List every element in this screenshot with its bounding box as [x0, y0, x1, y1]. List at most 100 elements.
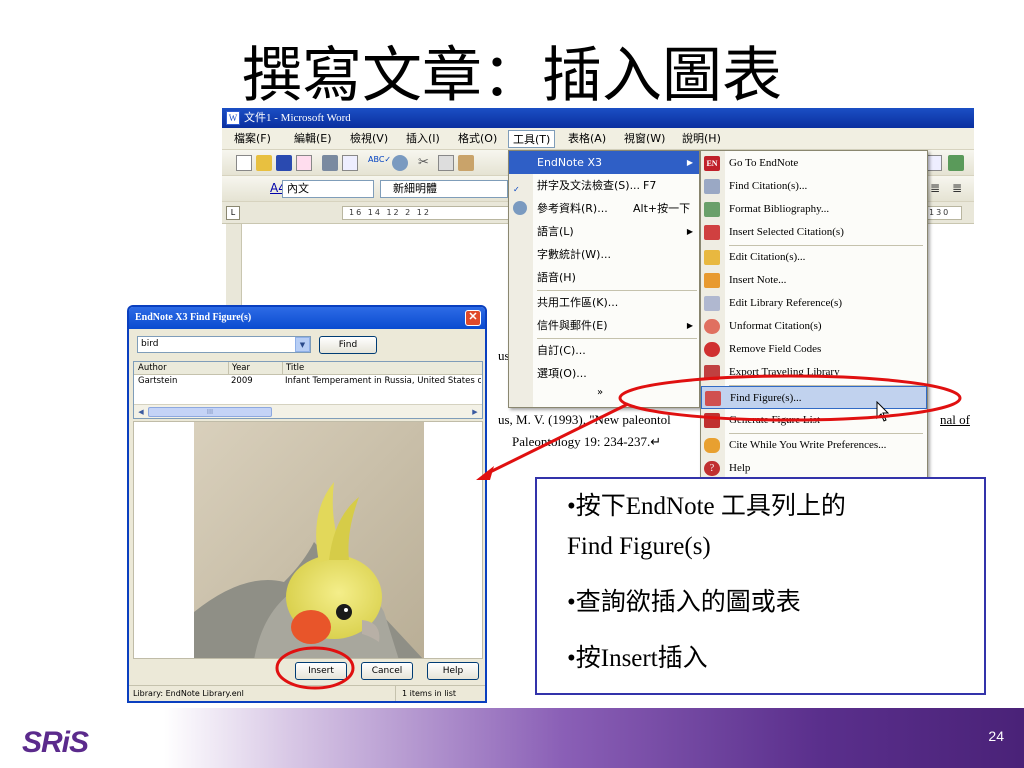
- chevron-down-icon[interactable]: ▼: [295, 337, 310, 352]
- menu-window[interactable]: 視窗(W): [620, 130, 669, 148]
- doc-citation-line: us, M. V. (1993). "New paleontol: [498, 412, 671, 427]
- tools-item-word-count[interactable]: 字數統計(W)...: [509, 243, 699, 266]
- menu-file[interactable]: 檔案(F): [230, 130, 275, 148]
- endnote-item-label: Format Bibliography...: [729, 203, 830, 215]
- row-title: Infant Temperament in Russia, United Sta…: [285, 376, 481, 386]
- tools-item-speech[interactable]: 語音(H): [509, 266, 699, 289]
- edit-library-icon: [704, 296, 720, 311]
- menu-edit[interactable]: 編輯(E): [290, 130, 336, 148]
- row-author: Gartstein: [138, 376, 178, 386]
- endnote-item-label: Unformat Citation(s): [729, 320, 822, 332]
- tools-item-language[interactable]: 語言(L) ▶: [509, 220, 699, 243]
- edit-citation-icon: [704, 250, 720, 265]
- endnote-item-export-traveling-library[interactable]: Export Traveling Library: [701, 361, 927, 384]
- endnote-item-insert-note[interactable]: Insert Note...: [701, 269, 927, 292]
- font-value: 新細明體: [393, 182, 437, 195]
- endnote-item-unformat-citations[interactable]: Unformat Citation(s): [701, 315, 927, 338]
- menu-view[interactable]: 檢視(V): [346, 130, 392, 148]
- endnote-item-edit-citations[interactable]: Edit Citation(s)...: [701, 246, 927, 269]
- save-icon[interactable]: [276, 155, 292, 171]
- copy-icon[interactable]: [438, 155, 454, 171]
- column-year[interactable]: Year: [228, 362, 250, 375]
- open-folder-icon[interactable]: [256, 155, 272, 171]
- export-library-icon: [704, 365, 720, 380]
- endnote-item-label: Remove Field Codes: [729, 343, 822, 355]
- close-icon[interactable]: ✕: [465, 310, 481, 326]
- endnote-item-label: Insert Note...: [729, 274, 787, 286]
- tab-selector[interactable]: L: [226, 206, 240, 220]
- help-button[interactable]: Help: [427, 662, 479, 680]
- research-icon[interactable]: [392, 155, 408, 171]
- menu-tools[interactable]: 工具(T): [508, 130, 556, 148]
- tools-menu: EndNote X3 ▶ ✓ 拼字及文法檢查(S)... F7 參考資料(R)... A…: [508, 150, 700, 408]
- outdent-icon[interactable]: ≣: [952, 181, 968, 197]
- column-title[interactable]: Title: [282, 362, 304, 375]
- scroll-left-icon[interactable]: ◀: [136, 407, 146, 417]
- expand-menu-icon[interactable]: »: [597, 387, 603, 398]
- style-select[interactable]: 內文: [282, 180, 374, 198]
- endnote-item-edit-library-references[interactable]: Edit Library Reference(s): [701, 292, 927, 315]
- table-row[interactable]: Gartstein 2009 Infant Temperament in Rus…: [134, 375, 482, 388]
- tools-item-label: 參考資料(R)...: [537, 202, 608, 215]
- paste-icon[interactable]: [458, 155, 474, 171]
- help-icon: ?: [704, 461, 720, 476]
- generate-figure-list-icon: [704, 413, 720, 428]
- endnote-item-generate-figure-list[interactable]: Generate Figure List: [701, 409, 927, 432]
- status-bar: Library: EndNote Library.enl 1 items in …: [129, 685, 485, 701]
- word-title-bar: W 文件1 - Microsoft Word: [222, 108, 974, 128]
- submenu-arrow-icon: ▶: [686, 158, 693, 167]
- tools-item-label: 字數統計(W)...: [537, 248, 611, 261]
- find-button[interactable]: Find: [319, 336, 377, 354]
- tools-item-label: 語音(H): [537, 271, 576, 284]
- tools-item-spelling[interactable]: ✓ 拼字及文法檢查(S)... F7: [509, 174, 699, 197]
- menu-help[interactable]: 說明(H): [678, 130, 725, 148]
- cut-icon[interactable]: ✂: [418, 155, 434, 171]
- column-author[interactable]: Author: [138, 362, 167, 375]
- preferences-icon: [704, 438, 720, 453]
- endnote-item-go-to-endnote[interactable]: EN Go To EndNote: [701, 152, 927, 175]
- endnote-item-label: Cite While You Write Preferences...: [729, 439, 887, 451]
- doc-citation-line-2: Paleontology 19: 234-237.↵: [512, 434, 662, 449]
- new-document-icon[interactable]: [236, 155, 252, 171]
- endnote-item-label: Edit Library Reference(s): [729, 297, 842, 309]
- endnote-item-find-figures[interactable]: Find Figure(s)...: [701, 386, 927, 409]
- scroll-right-icon[interactable]: ▶: [470, 407, 480, 417]
- tools-item-endnote[interactable]: EndNote X3 ▶: [509, 151, 699, 174]
- results-header: Author Year Title: [134, 362, 482, 375]
- spelling-icon[interactable]: ABC✓: [368, 155, 391, 171]
- format-bibliography-toolbar-icon[interactable]: [948, 155, 964, 171]
- endnote-item-find-citations[interactable]: Find Citation(s)...: [701, 175, 927, 198]
- cancel-button[interactable]: Cancel: [361, 662, 413, 680]
- permission-icon[interactable]: [296, 155, 312, 171]
- figure-search-value: bird: [141, 339, 159, 349]
- tools-item-shared-workspace[interactable]: 共用工作區(K)...: [509, 291, 699, 314]
- endnote-item-format-bibliography[interactable]: Format Bibliography...: [701, 198, 927, 221]
- menu-insert[interactable]: 插入(I): [402, 130, 444, 148]
- endnote-item-insert-selected-citations[interactable]: Insert Selected Citation(s): [701, 221, 927, 244]
- menu-format[interactable]: 格式(O): [454, 130, 501, 148]
- endnote-item-cwyw-preferences[interactable]: Cite While You Write Preferences...: [701, 434, 927, 457]
- insert-button[interactable]: Insert: [295, 662, 347, 680]
- tools-item-label: 拼字及文法檢查(S)...: [537, 179, 641, 192]
- menu-table[interactable]: 表格(A): [564, 130, 610, 148]
- tools-item-letters-mailings[interactable]: 信件與郵件(E) ▶: [509, 314, 699, 337]
- doc-journal-fragment: nal of: [940, 412, 970, 427]
- font-select[interactable]: 新細明體: [380, 180, 508, 198]
- tools-item-research[interactable]: 參考資料(R)... Alt+按一下: [509, 197, 699, 220]
- figure-search-input[interactable]: bird: [137, 336, 311, 353]
- indent-icon[interactable]: ≣: [930, 181, 946, 197]
- remove-field-codes-icon: [704, 342, 720, 357]
- print-icon[interactable]: [322, 155, 338, 171]
- endnote-item-label: Edit Citation(s)...: [729, 251, 806, 263]
- horizontal-scrollbar[interactable]: ◀ III ▶: [134, 404, 482, 418]
- mouse-pointer-icon: [876, 401, 890, 422]
- find-figure-icon: [705, 391, 721, 406]
- endnote-item-remove-field-codes[interactable]: Remove Field Codes: [701, 338, 927, 361]
- tools-item-options[interactable]: 選項(O)...: [509, 362, 699, 385]
- tools-item-customize[interactable]: 自訂(C)...: [509, 339, 699, 362]
- scroll-thumb[interactable]: III: [148, 407, 272, 417]
- submenu-arrow-icon: ▶: [686, 321, 693, 330]
- print-preview-icon[interactable]: [342, 155, 358, 171]
- zoom-icon[interactable]: [926, 155, 942, 171]
- insert-note-icon: [704, 273, 720, 288]
